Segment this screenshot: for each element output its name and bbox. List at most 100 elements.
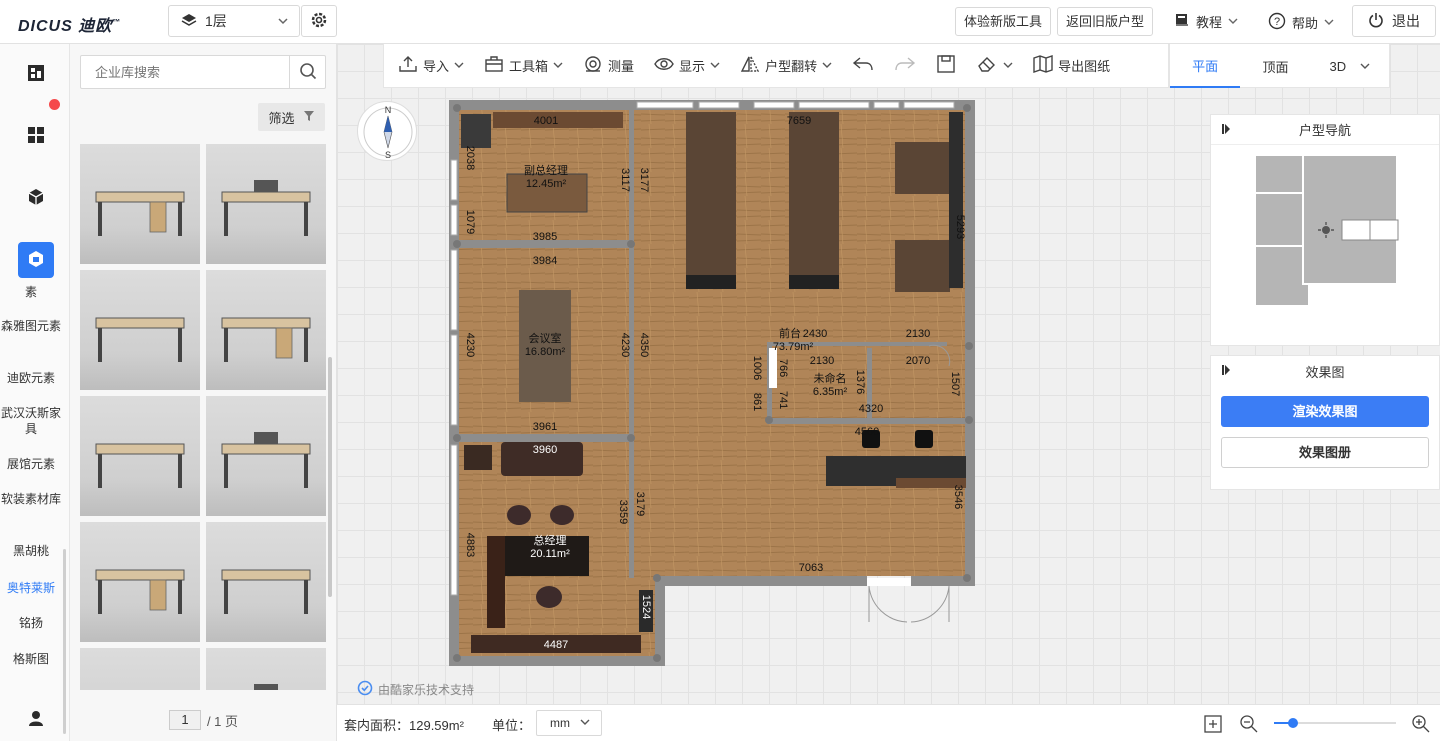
tool-toolbox[interactable]: 工具箱 (484, 55, 563, 76)
tool-display[interactable]: 显示 (654, 55, 720, 76)
product-thumbnail[interactable] (206, 270, 326, 390)
render-image-button[interactable]: 渲染效果图 (1221, 396, 1429, 427)
fit-view-icon[interactable] (1203, 714, 1223, 737)
tutorial-menu[interactable]: 教程 (1174, 12, 1238, 31)
tool-undo[interactable] (852, 55, 874, 76)
rail-scrollbar[interactable] (63, 549, 66, 734)
product-thumbnail[interactable] (206, 648, 326, 690)
dim-label: 3546 (952, 485, 964, 509)
book-icon (1174, 12, 1190, 31)
unit-select[interactable]: mm (536, 710, 602, 736)
rail-category-gesitu[interactable]: 格斯图 (0, 651, 62, 667)
tool-flip[interactable]: 户型翻转 (740, 55, 832, 76)
room-meeting-name: 会议室 (529, 331, 562, 345)
room-unnamed-area: 6.35m² (813, 386, 848, 398)
chevron-down-icon (1228, 14, 1238, 29)
try-new-tool-button[interactable]: 体验新版工具 (955, 7, 1052, 36)
gear-icon (310, 11, 328, 32)
floor-plan[interactable]: 副总经理 12.45m² 会议室 16.80m² 总经理 20.11m² 前台 … (449, 100, 979, 666)
panel-scrollbar[interactable] (328, 357, 332, 597)
enterprise-library-icon (26, 249, 46, 272)
exit-label: 退出 (1392, 13, 1420, 29)
product-grid (80, 144, 326, 690)
render-album-button[interactable]: 效果图册 (1221, 437, 1429, 468)
nav-panel-header[interactable]: 户型导航 (1211, 115, 1439, 145)
upload-icon (398, 55, 418, 76)
funnel-icon (303, 110, 315, 125)
brand-logo: DICUS 迪欧™ (18, 12, 121, 36)
page-input[interactable]: 1 (168, 710, 201, 730)
tool-save[interactable] (936, 55, 956, 76)
help-menu[interactable]: ? 帮助 (1268, 12, 1334, 33)
rail-category-dious[interactable]: 迪欧元素 (0, 370, 62, 386)
desk-illustration (80, 648, 200, 690)
floorplan-nav-panel: 户型导航 (1210, 114, 1440, 346)
zoom-in-icon[interactable] (1411, 714, 1431, 737)
render-panel-header[interactable]: 效果图 (1211, 356, 1439, 386)
rail-category-senya[interactable]: 森雅图元素 (0, 318, 62, 334)
rail-floorplan-button[interactable] (12, 56, 60, 92)
minimap[interactable] (1211, 145, 1439, 345)
tool-export[interactable]: 导出图纸 (1033, 55, 1110, 76)
dim-label: 7659 (787, 115, 811, 127)
product-thumbnail[interactable] (80, 396, 200, 516)
rail-category-exhibit[interactable]: 展馆元素 (0, 456, 62, 472)
tool-redo[interactable] (894, 55, 916, 76)
search-icon (299, 62, 317, 83)
save-icon (936, 55, 956, 76)
product-thumbnail[interactable] (80, 144, 200, 264)
settings-button[interactable] (301, 5, 337, 37)
design-canvas[interactable]: 导入 工具箱 测量 显示 户型翻转 导出图纸 平面 顶面 3D N S 副总经理… (337, 44, 1440, 704)
filter-button[interactable]: 筛选 (258, 103, 325, 131)
product-thumbnail[interactable] (206, 522, 326, 642)
rail-category-softdecor[interactable]: 软装素材库 (0, 491, 62, 507)
rail-enterprise-button[interactable] (18, 242, 54, 278)
rail-category-outlets[interactable]: 奥特莱斯 (0, 580, 62, 596)
dim-label: 4883 (464, 533, 476, 557)
search-input[interactable] (81, 56, 286, 88)
product-thumbnail[interactable] (206, 144, 326, 264)
zoom-out-icon[interactable] (1239, 714, 1259, 737)
back-old-version-button[interactable]: 返回旧版户型 (1057, 7, 1154, 36)
power-icon (1368, 12, 1384, 31)
floor-selector[interactable]: 1层 (168, 5, 300, 37)
dim-label: 4230 (619, 333, 631, 357)
compass-north: N (385, 105, 392, 115)
exit-button[interactable]: 退出 (1352, 5, 1436, 37)
rail-models-button[interactable] (12, 180, 60, 216)
eye-icon (654, 55, 674, 76)
tab-top[interactable]: 顶面 (1240, 44, 1310, 88)
flip-icon (740, 55, 760, 76)
tool-measure[interactable]: 测量 (583, 55, 634, 76)
toolbox-icon (484, 55, 504, 76)
collapse-right-icon (1221, 123, 1233, 138)
rail-category-mingyang[interactable]: 铭扬 (0, 615, 62, 631)
rail-category-partial[interactable]: 素 (0, 284, 62, 300)
product-thumbnail[interactable] (206, 396, 326, 516)
tool-import[interactable]: 导入 (398, 55, 464, 76)
product-thumbnail[interactable] (80, 270, 200, 390)
user-button[interactable] (12, 701, 60, 737)
search-button[interactable] (289, 56, 325, 88)
dim-label: 4320 (859, 403, 883, 415)
chevron-down-icon (454, 58, 464, 73)
rail-category-walnut[interactable]: 黑胡桃 (0, 543, 62, 559)
dim-label: 4350 (638, 333, 650, 357)
dim-label: 3960 (533, 444, 557, 456)
rail-modules-button[interactable] (12, 118, 60, 154)
product-thumbnail[interactable] (80, 522, 200, 642)
zoom-slider-knob[interactable] (1288, 718, 1298, 728)
chevron-down-icon (553, 58, 563, 73)
notification-dot (49, 99, 60, 110)
tab-3d[interactable]: 3D (1311, 44, 1389, 88)
room-deputy-name: 副总经理 (524, 163, 568, 177)
tool-eraser[interactable] (976, 55, 1013, 76)
product-thumbnail[interactable] (80, 648, 200, 690)
dim-label: 4560 (855, 426, 879, 438)
compass[interactable]: N S (357, 101, 417, 161)
zoom-slider[interactable] (1274, 718, 1396, 728)
chevron-down-icon (822, 58, 832, 73)
tab-plan[interactable]: 平面 (1170, 44, 1241, 88)
dim-label: 3177 (638, 168, 650, 192)
rail-category-wuhan[interactable]: 武汉沃斯家具 (0, 405, 62, 437)
